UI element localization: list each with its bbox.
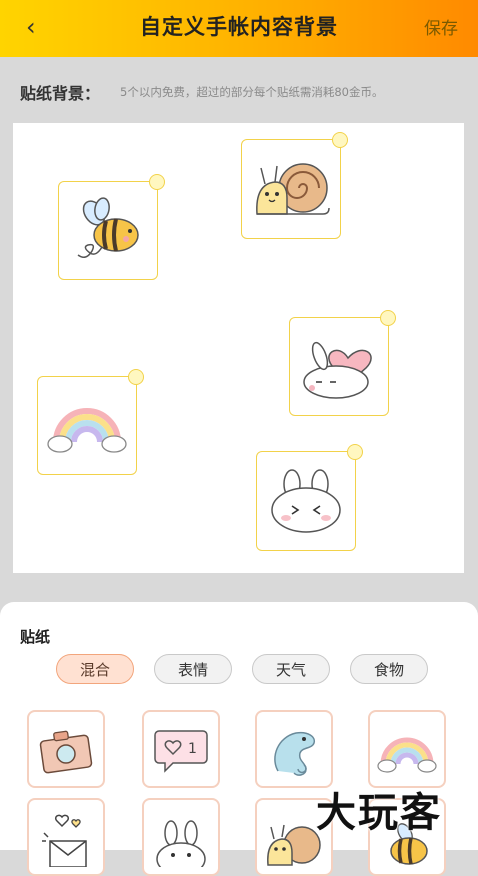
tab-mixed[interactable]: 混合 [56,654,134,684]
rainbow-icon [47,407,127,453]
sticker-option-bunny[interactable] [142,798,220,876]
heart-bubble-icon: 1 [154,730,208,773]
bunny-heart-icon [303,341,372,399]
app-header: ‹ 自定义手帐内容背景 保存 [0,0,478,57]
rainbow-icon [377,737,437,773]
sticker-option-rainbow[interactable] [368,710,446,788]
bunny-heart-sticker[interactable] [289,310,396,416]
sticker-canvas[interactable] [13,123,464,573]
bunny-icon [156,820,206,867]
sticker-background-label: 贴纸背景： [20,84,101,103]
resize-handle[interactable] [128,369,144,385]
tab-emoji[interactable]: 表情 [154,654,232,684]
sticker-option-chameleon[interactable] [255,710,333,788]
resize-handle[interactable] [149,174,165,190]
snail-icon [256,163,330,215]
sheet-title: 贴纸 [20,628,51,646]
resize-handle[interactable] [380,310,396,326]
sticker-option-envelope[interactable] [27,798,105,876]
bunny-face-icon [271,469,341,533]
save-button[interactable]: 保存 [424,14,458,39]
sticker-cost-note: 5个以内免费，超过的部分每个贴纸需消耗80金币。 [120,85,384,99]
chameleon-icon [274,731,316,776]
watermark-logo: 大玩客 [316,790,442,836]
envelope-heart-icon [42,814,87,867]
resize-handle[interactable] [347,444,363,460]
resize-handle[interactable] [332,132,348,148]
snail-sticker[interactable] [241,132,348,239]
bee-sticker[interactable] [58,174,165,280]
sticker-option-heart-bubble[interactable]: 1 [142,710,220,788]
heart-bubble-count: 1 [188,741,197,757]
bunny-face-sticker[interactable] [256,444,363,551]
camera-icon [39,730,93,774]
bee-icon [77,196,139,258]
tab-weather[interactable]: 天气 [252,654,330,684]
rainbow-sticker[interactable] [37,369,144,475]
tab-food[interactable]: 食物 [350,654,428,684]
sticker-option-camera[interactable] [27,710,105,788]
category-tabs: 混合 表情 天气 食物 [56,654,428,684]
page-title: 自定义手帐内容背景 [140,15,338,39]
